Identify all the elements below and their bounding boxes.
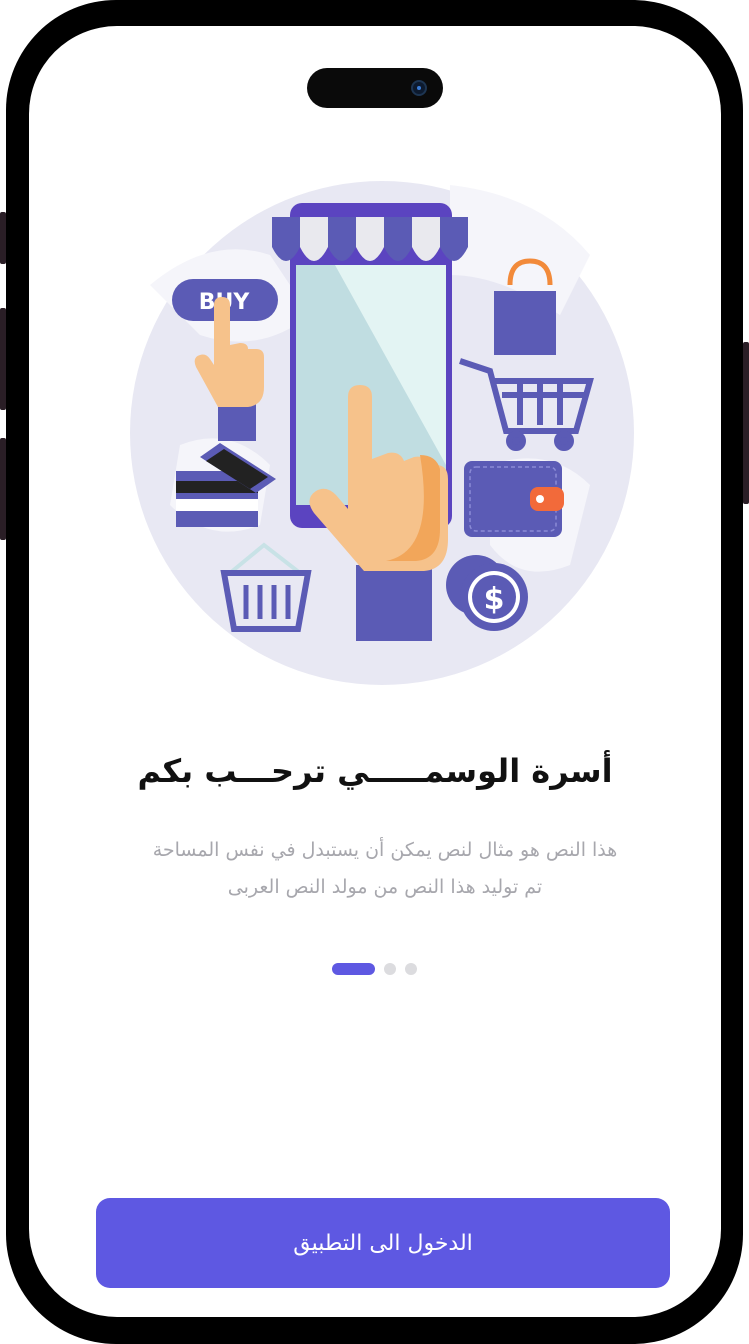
page-dot-active[interactable] [332,963,375,975]
wallet-icon [464,461,564,537]
welcome-description: هذا النص هو مثال لنص يمكن أن يستبدل في ن… [90,832,680,906]
page-dot[interactable] [405,963,417,975]
volume-down-button [0,438,6,540]
welcome-title: أسرة الوسمـــــي ترحـــب بكم [137,752,613,790]
description-line-1: هذا النص هو مثال لنص يمكن أن يستبدل في ن… [152,839,618,861]
mute-switch [0,212,6,264]
camera-icon [411,80,427,96]
enter-app-button[interactable]: الدخول الى التطبيق [96,1198,670,1288]
dynamic-island [307,68,443,108]
power-button [743,342,749,504]
dollar-sign: $ [484,582,505,617]
page-indicator [332,963,417,975]
description-line-2: تم توليد هذا النص من مولد النص العربى [227,876,543,898]
shopping-illustration: BUY $ [130,181,634,685]
volume-up-button [0,308,6,410]
page-dot[interactable] [384,963,396,975]
